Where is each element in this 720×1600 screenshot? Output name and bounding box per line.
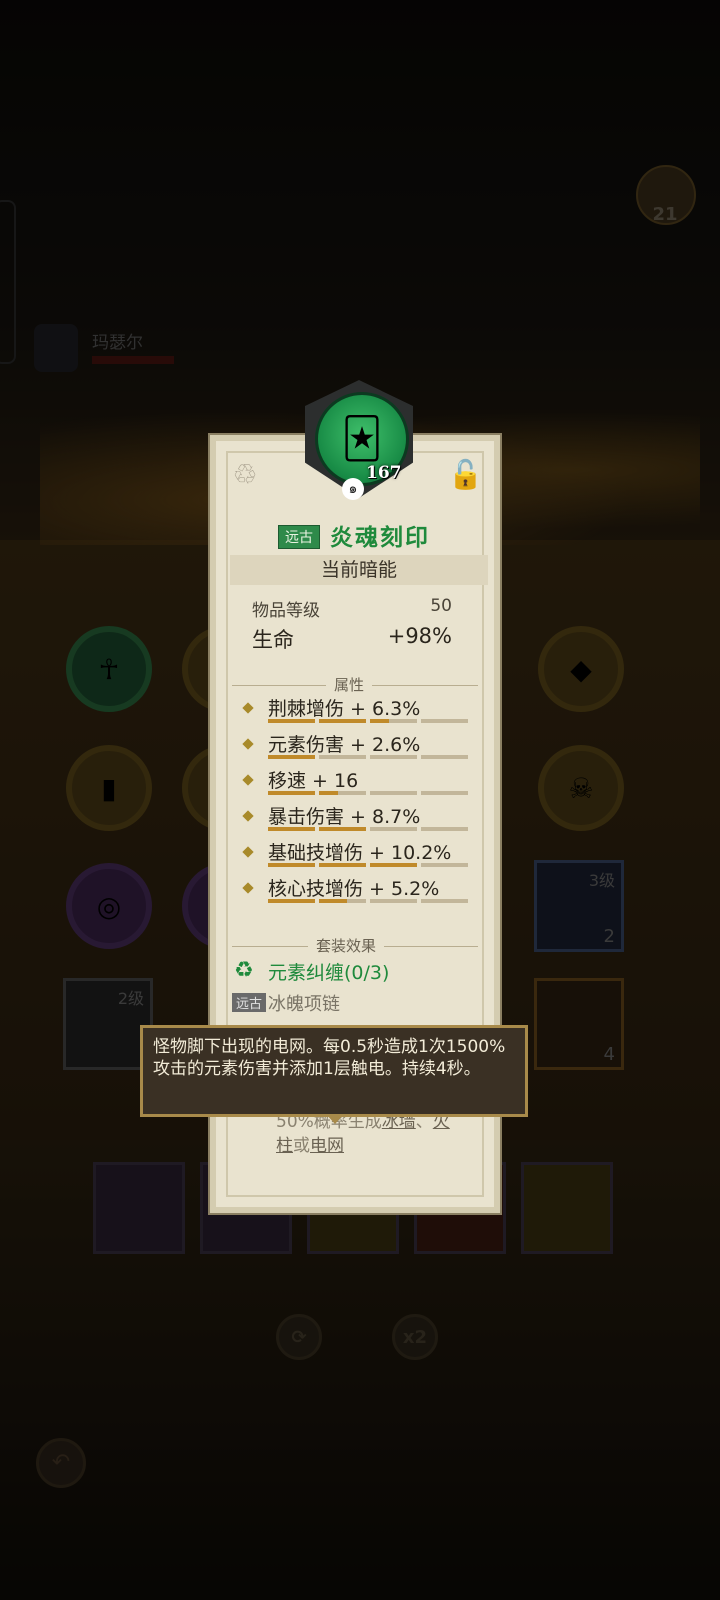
roll-bar-segment	[268, 755, 315, 759]
attribute-roll-bar	[268, 719, 468, 723]
keyword-tooltip: 怪物脚下出现的电网。每0.5秒造成1次1500%攻击的元素伤害并添加1层触电。持…	[140, 1025, 528, 1117]
roll-bar-segment	[370, 791, 417, 795]
set-recycle-icon: ♻	[234, 958, 254, 983]
roll-bar-segment	[268, 863, 315, 867]
roll-bar-segment	[370, 719, 417, 723]
attribute-text: 基础技增伤 + 10.2%	[268, 842, 452, 864]
roll-bar-segment	[268, 827, 315, 831]
roll-bar-segment	[421, 863, 468, 867]
stat-value: +98%	[387, 624, 452, 648]
item-name: 炎魂刻印	[330, 525, 430, 551]
effect-or: 或	[293, 1136, 310, 1156]
set-piece-rarity-badge: 远古	[232, 993, 267, 1012]
roll-bar-segment	[421, 899, 468, 903]
roll-bar-segment	[370, 827, 417, 831]
roll-bar-segment	[319, 863, 366, 867]
roll-bar-segment	[268, 899, 315, 903]
attribute-text: 核心技增伤 + 5.2%	[268, 878, 440, 900]
roll-bar-segment	[268, 791, 315, 795]
rarity-badge: 远古	[278, 525, 320, 549]
roll-bar-segment	[319, 755, 366, 759]
roll-bar-segment	[421, 827, 468, 831]
item-level-badge: 167	[366, 463, 402, 483]
attribute-text: 元素伤害 + 2.6%	[268, 734, 421, 756]
roll-bar-segment	[268, 719, 315, 723]
roll-bar-segment	[421, 719, 468, 723]
attribute-roll-bar	[268, 863, 468, 867]
roll-bar-segment	[319, 827, 366, 831]
roll-bar-segment	[370, 899, 417, 903]
attribute-text: 暴击伤害 + 8.7%	[268, 806, 421, 828]
roll-bar-segment	[370, 755, 417, 759]
roll-bar-segment	[319, 791, 366, 795]
section-current-dark-energy: 当前暗能	[230, 555, 488, 585]
attributes-header: 属性	[326, 674, 373, 695]
attribute-roll-bar	[268, 755, 468, 759]
recycle-icon[interactable]: ♲	[228, 458, 262, 492]
electric-net-link[interactable]: 电网	[310, 1136, 344, 1156]
roll-bar-segment	[421, 755, 468, 759]
swirl-icon: ๑	[342, 478, 364, 500]
attribute-roll-bar	[268, 899, 468, 903]
roll-bar-segment	[370, 863, 417, 867]
set-effect-description: 50%概率生成冰墙、火 柱或电网	[276, 1110, 476, 1158]
set-effect-header: 套装效果	[308, 935, 385, 956]
set-piece-name: 冰魄项链	[268, 994, 340, 1015]
roll-bar-segment	[421, 791, 468, 795]
attribute-roll-bar	[268, 827, 468, 831]
attribute-roll-bar	[268, 791, 468, 795]
stat-label: 物品等级	[252, 601, 320, 621]
unlock-icon[interactable]: 🔓	[448, 458, 483, 494]
set-name: 元素纠缠(0/3)	[268, 962, 390, 984]
stat-value: 50	[430, 596, 452, 616]
roll-bar-segment	[319, 719, 366, 723]
tooltip-arrow	[326, 1114, 344, 1124]
fire-pillar-link-b[interactable]: 柱	[276, 1136, 293, 1156]
attribute-text: 荆棘增伤 + 6.3%	[268, 698, 421, 720]
stat-label: 生命	[252, 628, 294, 652]
roll-bar-segment	[319, 899, 366, 903]
attribute-text: 移速 + 16	[268, 770, 359, 792]
